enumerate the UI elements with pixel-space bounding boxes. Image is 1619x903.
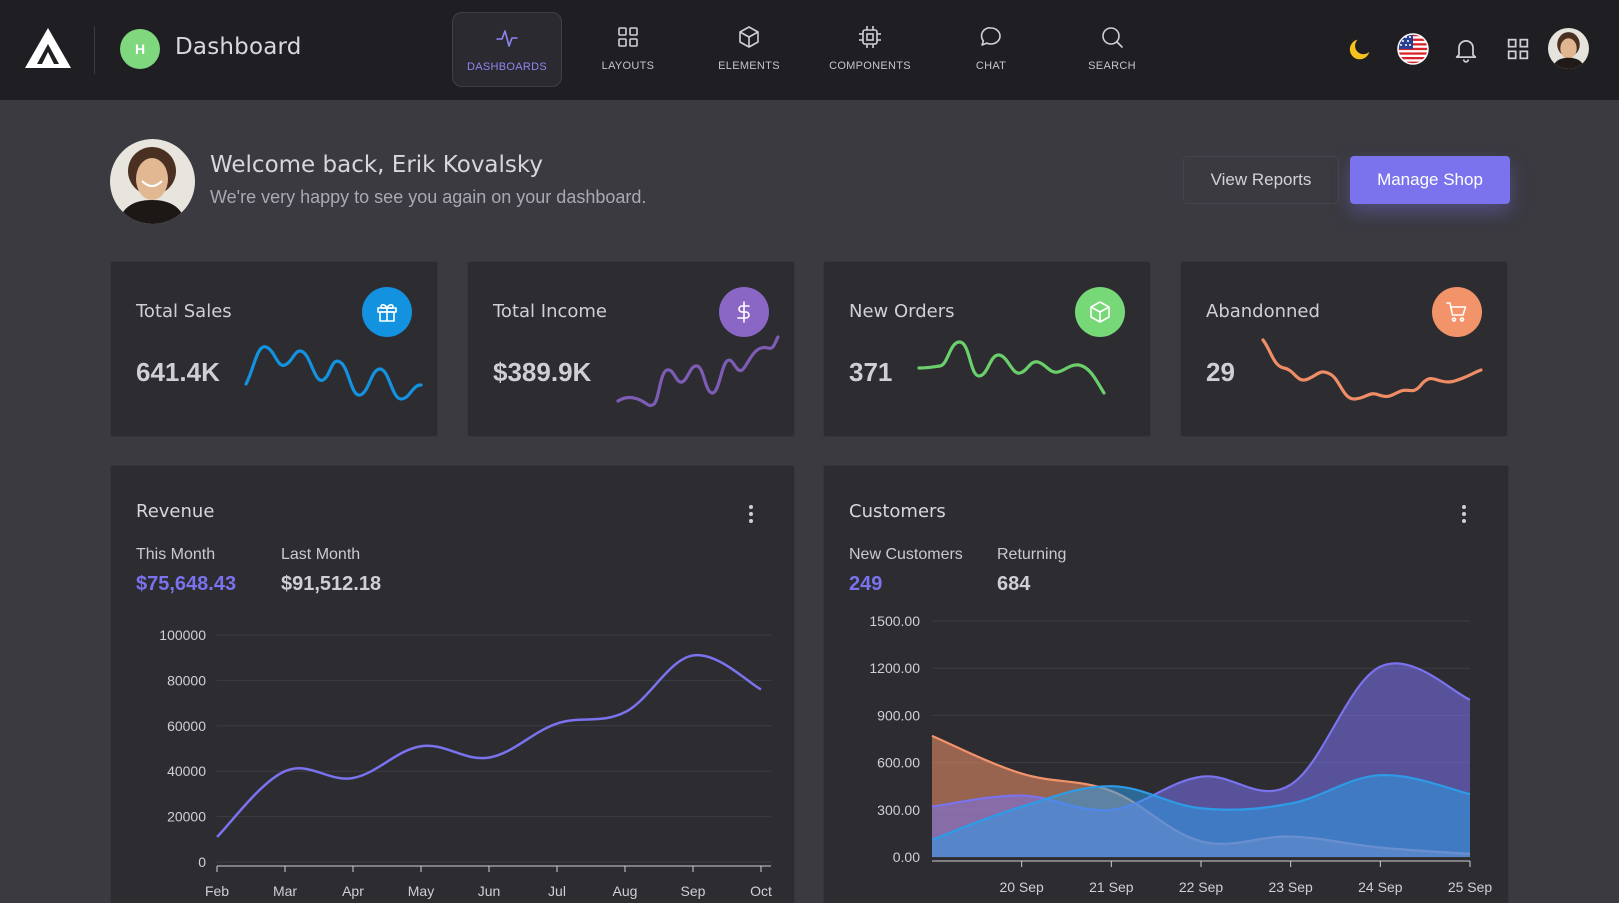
welcome-title: Welcome back, Erik Kovalsky <box>210 152 544 178</box>
nav-dashboards[interactable]: DASHBOARDS <box>452 12 562 87</box>
nav-label: COMPONENTS <box>829 60 911 72</box>
nav-search[interactable]: SEARCH <box>1057 12 1167 87</box>
y-tick-label: 0 <box>198 854 206 870</box>
nav-layouts[interactable]: LAYOUTS <box>573 12 683 87</box>
welcome-subtitle: We're very happy to see you again on you… <box>210 187 647 207</box>
revenue-chart: 0 20000 40000 60000 80000 100000 Feb Mar Apr May J… <box>159 627 772 899</box>
y-tick-label: 1200.00 <box>869 660 920 676</box>
stat-card-abandonned: Abandonned 29 <box>1180 261 1508 437</box>
nav-components[interactable]: COMPONENTS <box>815 12 925 87</box>
apps-grid-icon <box>1507 38 1529 60</box>
view-reports-button[interactable]: View Reports <box>1183 156 1339 204</box>
customers-card: Customers New Customers 249 Returning 68… <box>823 465 1509 903</box>
nav-label: SEARCH <box>1088 60 1136 72</box>
language-selector[interactable] <box>1393 29 1433 69</box>
stat-value: 641.4K <box>136 357 220 387</box>
y-tick-label: 0.00 <box>893 849 920 865</box>
stat-title: New Orders <box>849 301 955 322</box>
revenue-card: Revenue This Month $75,648.43 Last Month… <box>110 465 795 903</box>
x-tick-label: Jun <box>478 883 501 899</box>
moon-icon <box>1349 39 1370 60</box>
cart-icon <box>1432 287 1482 337</box>
y-tick-label: 40000 <box>167 763 206 779</box>
stat-card-total-income: Total Income $389.9K <box>467 261 795 437</box>
activity-icon <box>496 30 518 47</box>
x-tick-label: 20 Sep <box>999 879 1044 895</box>
page-title: Dashboard <box>175 34 302 60</box>
stat-card-new-orders: New Orders 371 <box>823 261 1151 437</box>
nav-label: ELEMENTS <box>718 60 780 72</box>
nav-label: DASHBOARDS <box>466 61 548 73</box>
manage-shop-button[interactable]: Manage Shop <box>1350 156 1510 204</box>
bell-icon <box>1455 39 1477 63</box>
x-tick-label: 22 Sep <box>1179 879 1224 895</box>
customers-chart: 0.00 300.00 600.00 900.00 1200.00 1500.00 20 S… <box>869 613 1493 895</box>
search-icon <box>1102 27 1123 48</box>
gift-icon <box>362 287 412 337</box>
y-tick-label: 1500.00 <box>869 613 920 629</box>
x-tick-label: 23 Sep <box>1268 879 1313 895</box>
y-tick-label: 100000 <box>159 627 206 643</box>
x-tick-label: Sep <box>681 883 706 899</box>
y-tick-label: 80000 <box>167 672 206 688</box>
stat-card-total-sales: Total Sales 641.4K <box>110 261 438 437</box>
app-logo[interactable] <box>24 26 72 70</box>
user-avatar[interactable] <box>1548 28 1589 69</box>
y-tick-label: 600.00 <box>877 755 920 771</box>
x-tick-label: Jul <box>548 883 566 899</box>
top-navbar: H Dashboard DASHBOARDS LAYOUTS ELEMENTS … <box>0 0 1619 100</box>
dollar-icon <box>719 287 769 337</box>
revenue-series-line <box>216 653 762 838</box>
notifications-button[interactable] <box>1446 29 1486 69</box>
chat-bubble-icon <box>980 27 1001 46</box>
header-divider <box>94 26 95 74</box>
x-tick-label: Oct <box>750 883 772 899</box>
welcome-avatar <box>110 139 195 224</box>
cube-icon <box>739 26 759 48</box>
x-tick-label: 21 Sep <box>1089 879 1134 895</box>
x-tick-label: Mar <box>273 883 297 899</box>
box-icon <box>1075 287 1125 337</box>
nav-elements[interactable]: ELEMENTS <box>694 12 804 87</box>
user-photo-icon <box>110 139 195 224</box>
y-tick-label: 300.00 <box>877 802 920 818</box>
nav-label: LAYOUTS <box>601 60 655 72</box>
user-photo-icon <box>1548 28 1589 69</box>
apps-button[interactable] <box>1498 29 1538 69</box>
stat-title: Total Income <box>493 301 607 322</box>
nav-chat[interactable]: CHAT <box>936 12 1046 87</box>
x-tick-label: Aug <box>613 883 638 899</box>
x-tick-label: 24 Sep <box>1358 879 1403 895</box>
x-tick-label: May <box>408 883 434 899</box>
grid-icon <box>618 27 638 47</box>
x-tick-label: Apr <box>342 883 364 899</box>
stat-value: $389.9K <box>493 357 592 387</box>
chip-icon <box>859 26 881 48</box>
y-tick-label: 20000 <box>167 809 206 825</box>
stat-title: Abandonned <box>1206 301 1320 322</box>
x-tick-label: 25 Sep <box>1448 879 1493 895</box>
stat-title: Total Sales <box>136 301 232 322</box>
y-tick-label: 60000 <box>167 718 206 734</box>
app-avatar: H <box>120 29 160 69</box>
y-tick-label: 900.00 <box>877 707 920 723</box>
stat-value: 371 <box>849 357 893 387</box>
nav-label: CHAT <box>975 60 1007 72</box>
us-flag-icon <box>1397 33 1429 65</box>
x-tick-label: Feb <box>205 883 229 899</box>
theme-toggle[interactable] <box>1340 29 1380 69</box>
stat-value: 29 <box>1206 357 1235 387</box>
